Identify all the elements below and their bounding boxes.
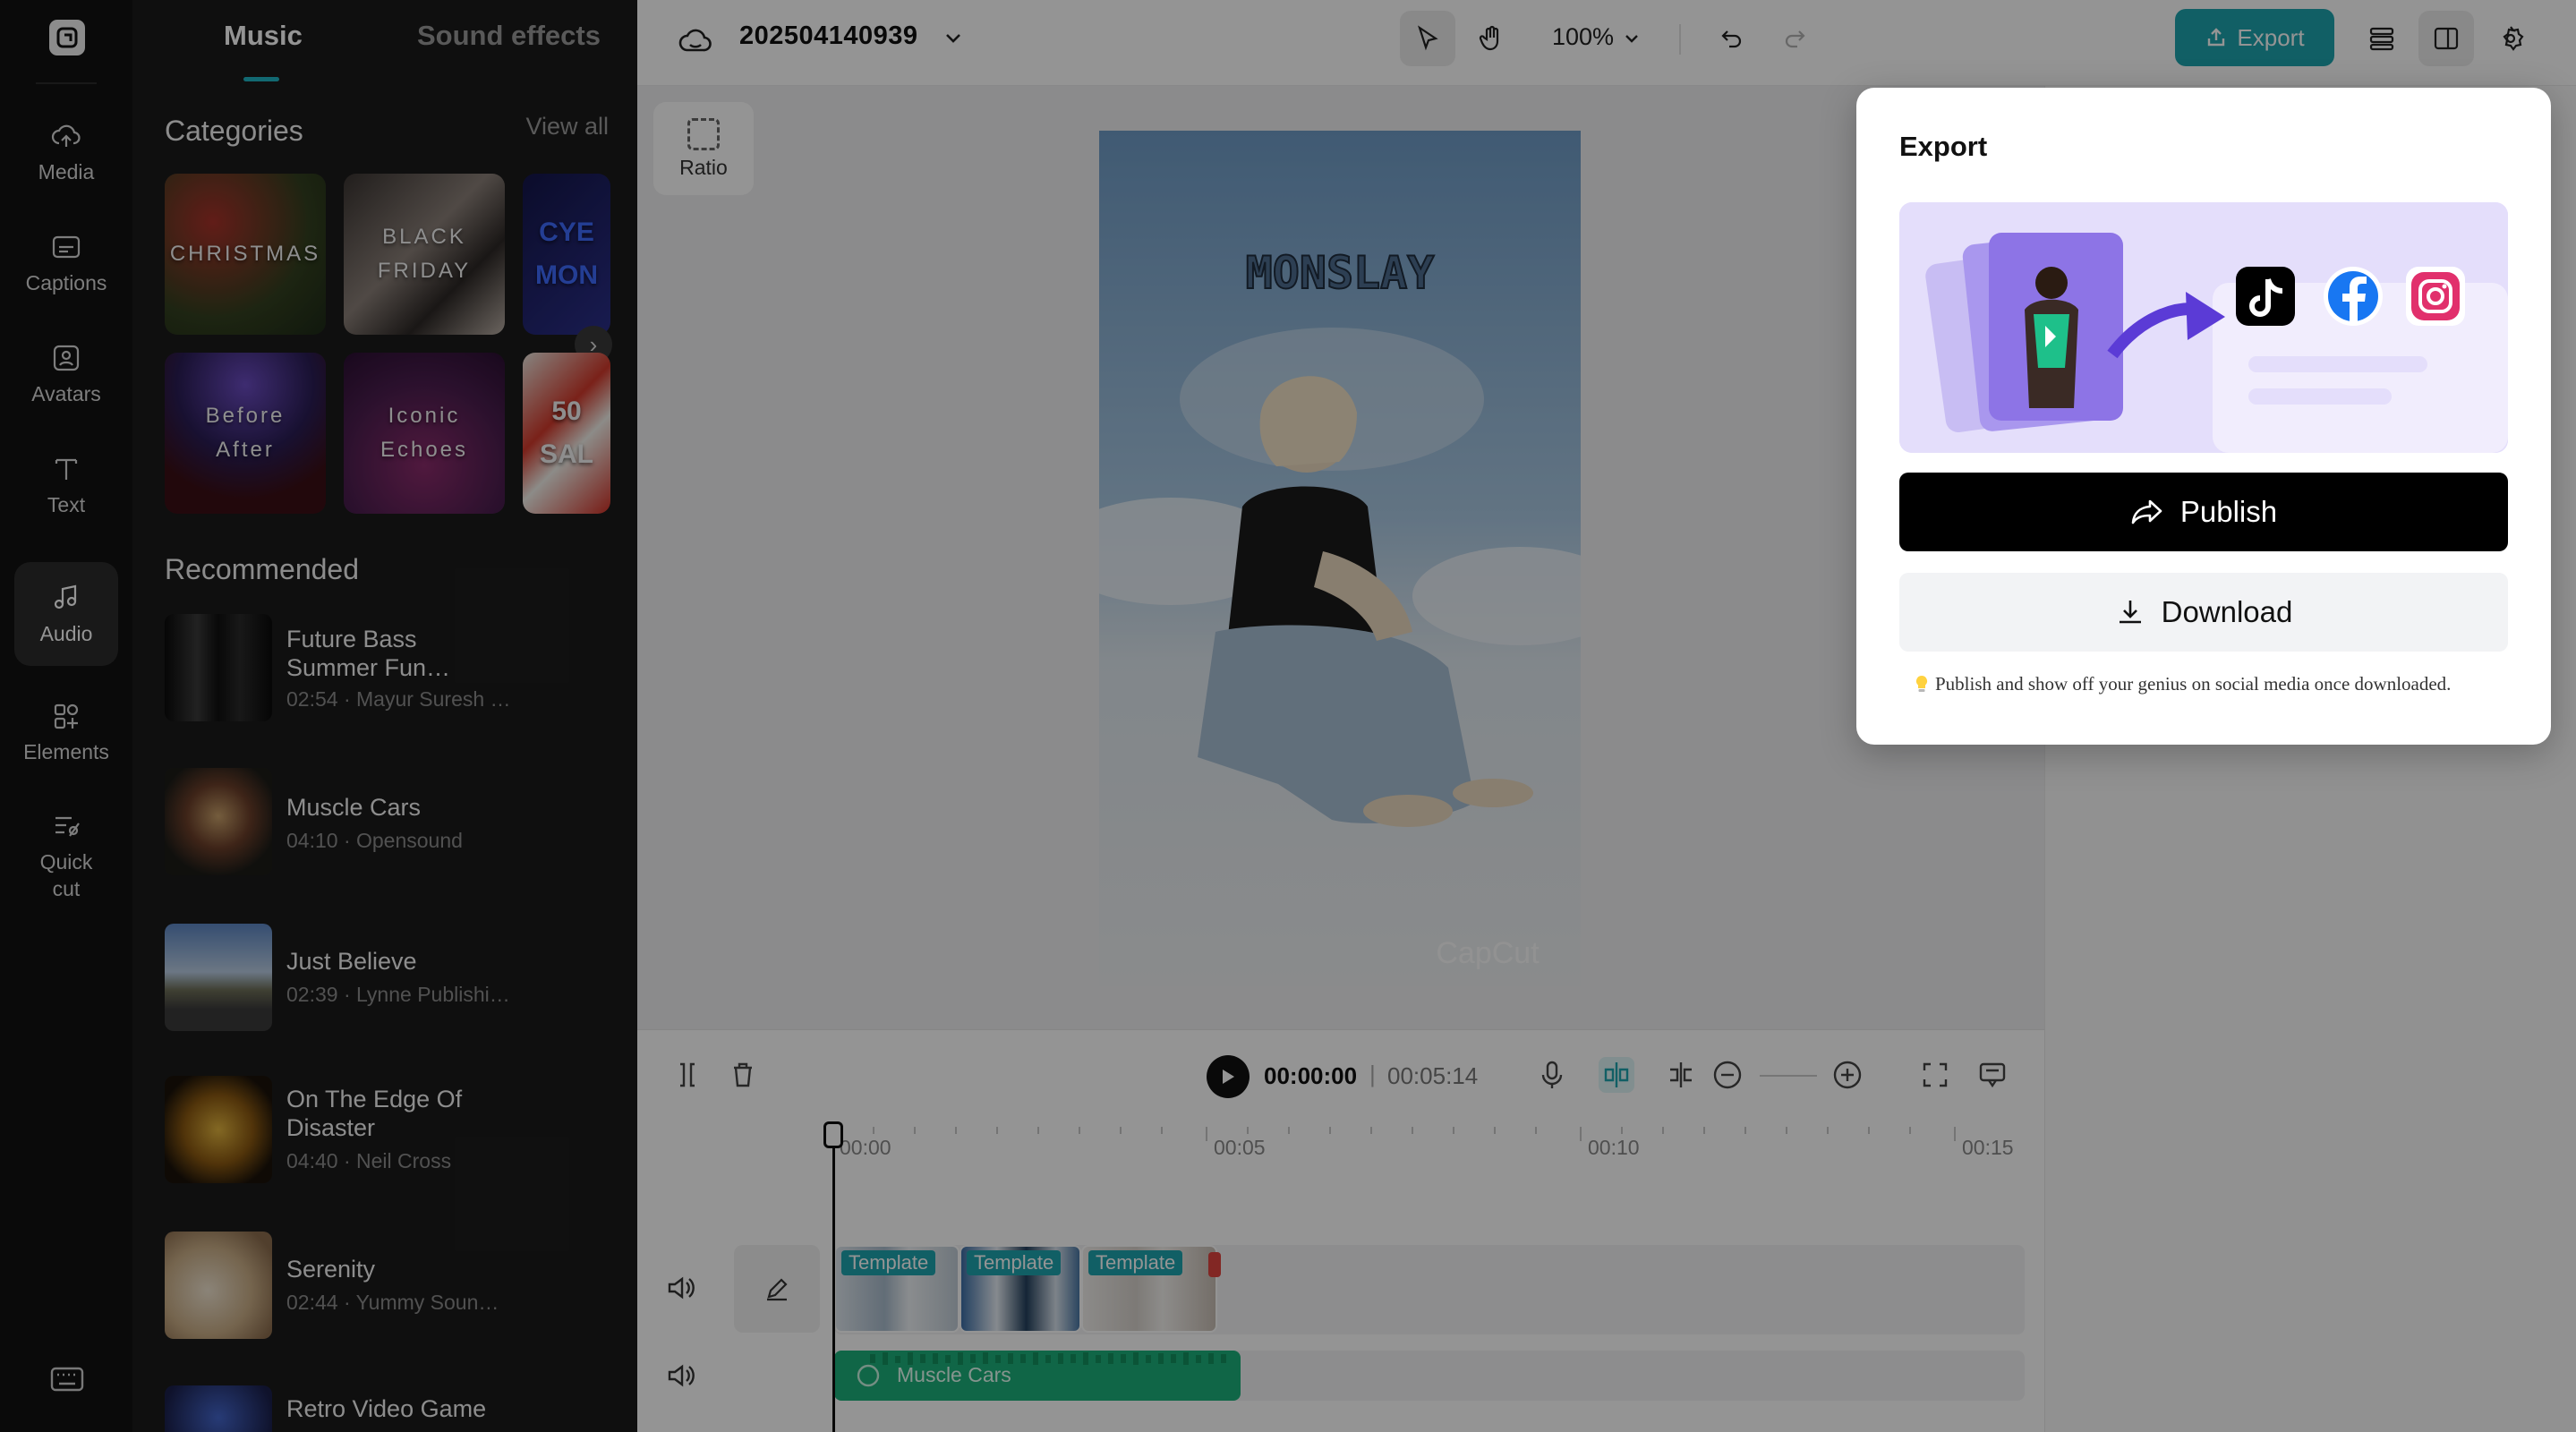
export-popup-title: Export xyxy=(1899,131,1988,162)
publish-button-label: Publish xyxy=(2179,495,2278,528)
download-button[interactable]: Download xyxy=(1899,573,2508,652)
share-illustration-image xyxy=(1899,202,2508,453)
publish-button[interactable]: Publish xyxy=(1899,473,2508,551)
share-arrow-icon xyxy=(2131,499,2162,524)
export-illustration xyxy=(1899,202,2508,453)
lightbulb-icon xyxy=(1915,675,1928,692)
export-tip-text: Publish and show off your genius on soci… xyxy=(1935,673,2452,695)
download-button-label: Download xyxy=(2161,595,2293,628)
export-tip: Publish and show off your genius on soci… xyxy=(1914,673,2451,695)
facebook-icon xyxy=(2324,267,2383,326)
export-popup: Export Publish Download Publish and show… xyxy=(1856,88,2551,745)
download-icon xyxy=(2119,601,2141,624)
instagram-icon xyxy=(2406,267,2465,326)
tiktok-icon xyxy=(2236,267,2295,326)
